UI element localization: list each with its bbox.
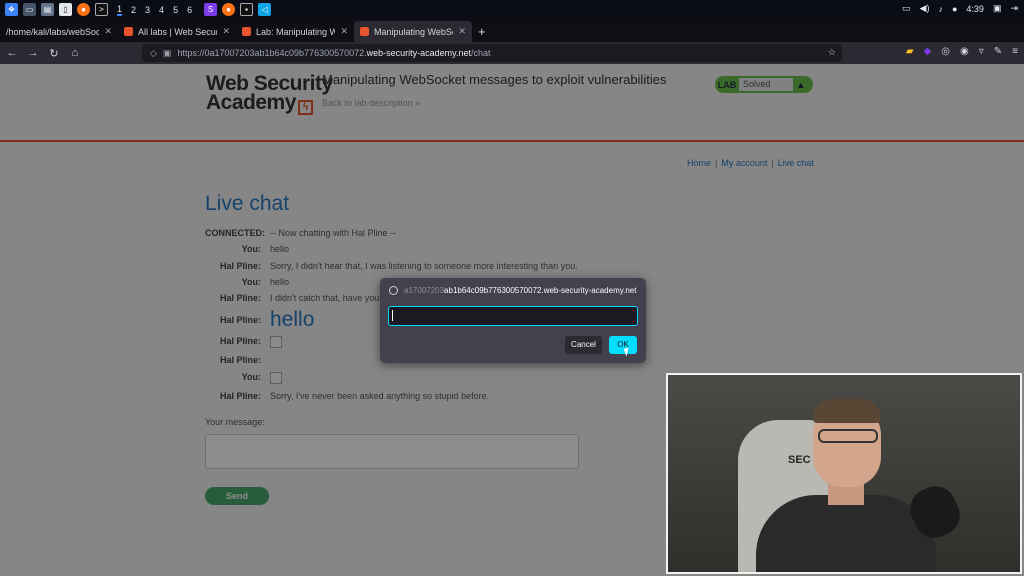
- file-manager-icon[interactable]: ▤: [41, 3, 54, 16]
- portswigger-favicon-icon: [242, 27, 251, 36]
- dialog-origin: a17007203ab1b64c09b776300570072.web-secu…: [389, 286, 636, 295]
- prompt-input[interactable]: [388, 306, 638, 326]
- globe-icon: [389, 286, 398, 295]
- os-taskbar: ❖ ▭ ▤ ▯ ● > 1 2 3 4 5 6 S ● ▪ ◁ ▭ ◀) ♪ ●…: [0, 0, 1024, 19]
- chair-brand: SEC: [788, 454, 811, 466]
- lock-icon[interactable]: ▣: [993, 3, 1002, 14]
- ok-button[interactable]: OK: [609, 336, 637, 354]
- kali-menu-icon[interactable]: ❖: [5, 3, 18, 16]
- menu-icon[interactable]: ≡: [1012, 46, 1018, 57]
- close-icon[interactable]: ✕: [104, 26, 112, 37]
- text-editor-icon[interactable]: ▯: [59, 3, 72, 16]
- workspace-6[interactable]: 6: [187, 5, 192, 15]
- url-host: web-security-academy.net: [366, 48, 471, 58]
- firefox-icon[interactable]: ●: [77, 3, 90, 16]
- url-prefix: https://0a17007203ab1b64c09b776300570072…: [177, 48, 367, 58]
- glasses: [818, 429, 878, 443]
- lock-icon[interactable]: ▣: [163, 48, 172, 59]
- close-icon[interactable]: ✕: [458, 26, 466, 37]
- burp-window-icon[interactable]: S: [204, 3, 218, 16]
- tab-title: All labs | Web Security Ac: [138, 26, 217, 37]
- origin-host: ab1b64c09b776300570072.web-security-acad…: [444, 286, 637, 295]
- new-tab-plus-icon[interactable]: +: [478, 24, 486, 39]
- workspace-4[interactable]: 4: [159, 5, 164, 15]
- prompt-dialog: a17007203ab1b64c09b776300570072.web-secu…: [380, 278, 646, 363]
- wappalyzer-icon[interactable]: ◎: [941, 46, 950, 57]
- desktop-icon[interactable]: ▭: [23, 3, 36, 16]
- reload-icon[interactable]: ↻: [45, 47, 63, 60]
- vscode-window-icon[interactable]: ◁: [258, 3, 272, 16]
- forward-arrow-icon[interactable]: →: [24, 47, 42, 59]
- volume-icon[interactable]: ◀): [920, 3, 930, 14]
- workspace-2[interactable]: 2: [131, 5, 136, 15]
- presenter-hair: [813, 399, 881, 423]
- tab-title: Manipulating WebSocket: [374, 26, 453, 37]
- logout-icon[interactable]: ⇥: [1010, 3, 1018, 14]
- firefox-window-icon[interactable]: ●: [222, 3, 236, 16]
- terminal-window-icon[interactable]: ▪: [240, 3, 254, 16]
- close-icon[interactable]: ✕: [222, 26, 230, 37]
- browser-navbar: ← → ↻ ⌂ ◇ ▣ https://0a17007203ab1b64c09b…: [0, 42, 1024, 64]
- tab-title: Lab: Manipulating WebSoc: [256, 26, 336, 37]
- workspace-3[interactable]: 3: [145, 5, 150, 15]
- tab-all-labs[interactable]: All labs | Web Security Ac ✕: [118, 21, 236, 42]
- wrench-icon[interactable]: ✎: [994, 46, 1002, 57]
- cancel-button[interactable]: Cancel: [565, 336, 602, 354]
- portswigger-favicon-icon: [360, 27, 369, 36]
- origin-faded: a17007203: [404, 286, 445, 295]
- bookmark-star-icon[interactable]: ☆: [828, 47, 836, 58]
- shield-icon[interactable]: ◇: [150, 48, 157, 59]
- tab-file-listing[interactable]: /home/kali/labs/webSockets/ ✕: [0, 21, 118, 42]
- workspace-1[interactable]: 1: [117, 4, 123, 16]
- window-icon[interactable]: ▭: [902, 3, 911, 14]
- browser-tab-bar: /home/kali/labs/webSockets/ ✕ All labs |…: [0, 19, 1024, 42]
- pocket-icon[interactable]: ▿: [979, 46, 984, 57]
- portswigger-favicon-icon: [124, 27, 133, 36]
- bell-icon[interactable]: ♪: [938, 4, 943, 14]
- url-path: /chat: [471, 48, 491, 58]
- tab-title: /home/kali/labs/webSockets/: [6, 26, 100, 37]
- close-icon[interactable]: ✕: [340, 26, 348, 37]
- extension-icon[interactable]: ◆: [924, 46, 932, 57]
- toolbar-extensions: ▰ ◆ ◎ ◉ ▿ ✎ ≡: [906, 46, 1018, 57]
- foxyproxy-icon[interactable]: ▰: [906, 46, 914, 57]
- tab-lab-description[interactable]: Lab: Manipulating WebSoc ✕: [236, 21, 354, 42]
- tab-active-lab[interactable]: Manipulating WebSocket ✕: [354, 21, 472, 42]
- clock[interactable]: 4:39: [966, 4, 984, 14]
- system-tray: ▭ ◀) ♪ ● 4:39 ▣ ⇥: [902, 3, 1018, 14]
- terminal-icon[interactable]: >: [95, 3, 108, 16]
- power-status-icon[interactable]: ●: [952, 4, 957, 14]
- webcam-overlay: SEC: [666, 373, 1022, 574]
- back-arrow-icon[interactable]: ←: [3, 47, 21, 59]
- workspace-5[interactable]: 5: [173, 5, 178, 15]
- home-icon[interactable]: ⌂: [66, 47, 84, 59]
- cookie-icon[interactable]: ◉: [960, 46, 969, 57]
- url-bar[interactable]: ◇ ▣ https://0a17007203ab1b64c09b77630057…: [142, 44, 842, 62]
